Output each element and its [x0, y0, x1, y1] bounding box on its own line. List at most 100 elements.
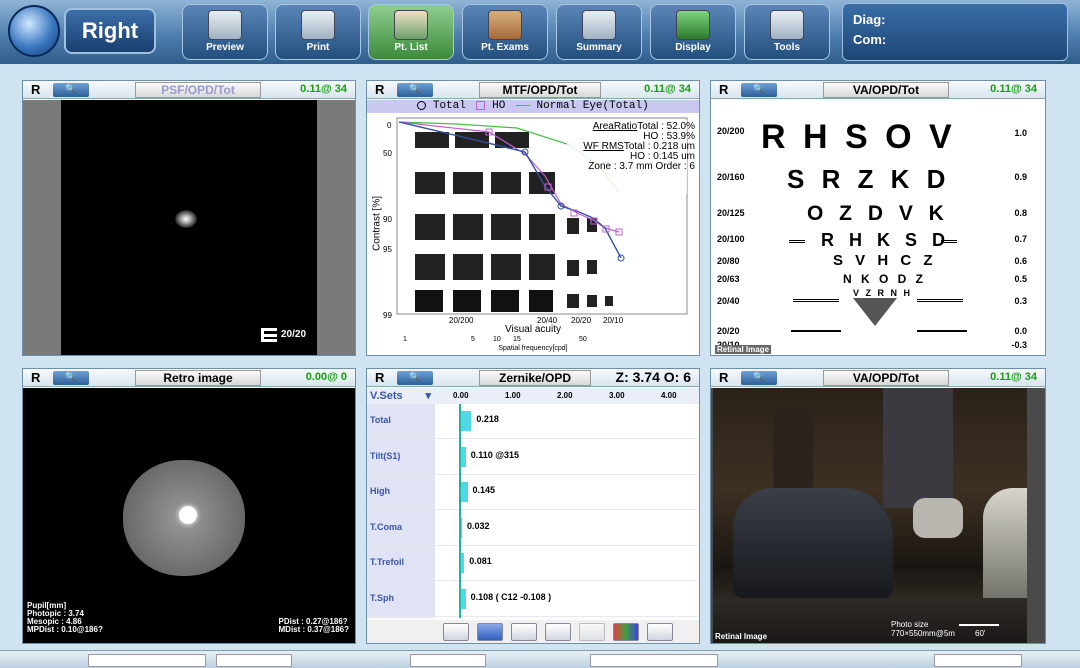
panel-header: R 🔍 PSF/OPD/Tot 0.11@ 34: [23, 81, 355, 99]
va-row: 20/80 S V H C Z 0.6: [717, 252, 1027, 269]
photo-size-info: Photo size 770×550mm@5m: [891, 620, 955, 638]
panel-header: R 🔍 VA/OPD/Tot 0.11@ 34: [711, 81, 1045, 99]
psf-image: 20/20: [61, 100, 317, 355]
magnify-icon[interactable]: 🔍: [397, 83, 433, 97]
magnify-icon[interactable]: 🔍: [53, 83, 89, 97]
zernike-row: Tilt(S1) 0.110 @315: [367, 440, 699, 475]
magnify-icon[interactable]: 🔍: [741, 83, 777, 97]
down-icon[interactable]: [511, 623, 537, 641]
status-field[interactable]: [216, 654, 292, 667]
panel-title[interactable]: MTF/OPD/Tot: [479, 82, 601, 98]
zernike-row: High 0.145: [367, 475, 699, 511]
status-field[interactable]: [934, 654, 1022, 667]
pupil-reflex: [179, 506, 197, 524]
palette-icon[interactable]: [613, 623, 639, 641]
preview-icon: [208, 10, 242, 40]
zernike-term-label: T.Trefoil: [370, 557, 405, 568]
zero-line: [459, 404, 461, 618]
zernike-value: 0.108 ( C12 -0.108 ): [470, 592, 552, 602]
panel-title[interactable]: VA/OPD/Tot: [823, 370, 949, 386]
eye-globe-icon[interactable]: [8, 5, 60, 57]
panel-title[interactable]: VA/OPD/Tot: [823, 82, 949, 98]
va-chart: 20/200 R H S O V 1.0 20/160 S R Z K D 0.…: [711, 100, 1045, 355]
psf-spot: [175, 210, 197, 228]
zernike-bar: [460, 482, 468, 503]
tools-icon: [770, 10, 804, 40]
bars-icon[interactable]: [443, 623, 469, 641]
vsets-dropdown[interactable]: V.Sets ▾: [367, 388, 435, 404]
zernike-term-label: Tilt(S1): [370, 450, 401, 461]
magnify-icon[interactable]: 🔍: [53, 371, 89, 385]
simulated-night-scene: [713, 388, 1027, 643]
eye-indicator: R: [375, 370, 385, 385]
pupil-info: Pupil[mm] Photopic : 3.74 Mesopic : 4.86…: [27, 601, 103, 634]
patient-icon: [394, 10, 428, 40]
magnify-icon[interactable]: 🔍: [741, 371, 777, 385]
display-button[interactable]: Display: [650, 4, 736, 60]
eye-indicator: R: [375, 82, 385, 97]
zernike-term-label: Total: [370, 415, 391, 425]
car-shape: [733, 488, 893, 598]
refresh-icon[interactable]: [477, 623, 503, 641]
eye-indicator: R: [31, 370, 41, 385]
panel-value: 0.11@ 34: [644, 83, 691, 95]
panel-header: R 🔍 VA/OPD/Tot 0.11@ 34: [711, 369, 1045, 387]
va-row: 20/125 O Z D V K 0.8: [717, 202, 1027, 225]
retro-panel: R 🔍 Retro image 0.00@ 0 Pupil[mm] Photop…: [22, 368, 356, 644]
status-field[interactable]: [410, 654, 486, 667]
diagnosis-comment-box[interactable]: Diag: Com:: [842, 3, 1068, 61]
com-label: Com:: [853, 32, 887, 47]
panel-value: 0.11@ 34: [300, 83, 347, 95]
retinal-image-label: Retinal Image: [715, 345, 772, 354]
disabled-icon: [579, 623, 605, 641]
x2-axis-label: Spatial frequency[cpd]: [498, 345, 568, 352]
diag-label: Diag:: [853, 12, 886, 27]
panel-header: R 🔍 MTF/OPD/Tot 0.11@ 34: [367, 81, 699, 99]
eye-indicator: R: [719, 370, 729, 385]
zernike-toolbar: [367, 620, 699, 643]
zernike-row: T.Coma 0.032: [367, 511, 699, 546]
patient-exams-button[interactable]: Pt. Exams: [462, 4, 548, 60]
panel-title[interactable]: Retro image: [135, 370, 261, 386]
status-field[interactable]: [590, 654, 718, 667]
patient-list-button[interactable]: Pt. List: [368, 4, 454, 60]
retro-image: Pupil[mm] Photopic : 3.74 Mesopic : 4.86…: [23, 388, 355, 643]
tools-button[interactable]: Tools: [744, 4, 830, 60]
status-field[interactable]: [88, 654, 206, 667]
mtf-legend: Total HO Normal Eye(Total): [367, 100, 699, 113]
y-axis-label: Contrast [%]: [371, 195, 383, 252]
x-axis-label: Visual acuity: [505, 324, 561, 335]
magnify-icon[interactable]: 🔍: [397, 371, 433, 385]
eye-icon[interactable]: [647, 623, 673, 641]
psf-panel: R 🔍 PSF/OPD/Tot 0.11@ 34 20/20: [22, 80, 356, 356]
summary-icon: [582, 10, 616, 40]
zernike-rows: Total 0.218 Tilt(S1) 0.110 @315 High 0.145 T.C…: [367, 404, 699, 618]
panel-value: 0.00@ 0: [305, 371, 347, 383]
preview-button[interactable]: Preview: [182, 4, 268, 60]
va-row: 20/200 R H S O V 1.0: [717, 118, 1027, 156]
summary-button[interactable]: Summary: [556, 4, 642, 60]
zernike-axis: 0.00 1.00 2.00 3.00 4.00: [435, 388, 699, 404]
zernike-value: 0.110 @315: [470, 449, 520, 460]
eye-select-button[interactable]: Right: [64, 8, 156, 54]
copy-icon[interactable]: [545, 623, 571, 641]
ho-marker-icon: [476, 100, 486, 110]
zernike-value: 0.145: [472, 485, 496, 496]
zernike-value: 0.032: [467, 520, 490, 531]
zernike-term-label: T.Sph: [370, 593, 394, 603]
panel-title[interactable]: PSF/OPD/Tot: [135, 82, 261, 98]
display-icon: [676, 10, 710, 40]
zernike-row: T.Trefoil 0.081: [367, 546, 699, 582]
zernike-term-label: T.Coma: [370, 521, 403, 532]
scale-bar: [959, 624, 999, 626]
chevron-down-icon: ▾: [425, 390, 431, 402]
panel-header: R 🔍 Retro image 0.00@ 0: [23, 369, 355, 387]
va-chart-panel: R 🔍 VA/OPD/Tot 0.11@ 34 20/200 R H S O V…: [710, 80, 1046, 356]
zernike-bar: [460, 411, 472, 431]
panel-title[interactable]: Zernike/OPD: [479, 370, 591, 386]
va-row: 20/20 0.0: [717, 326, 1027, 336]
mtf-stats: AreaRatioTotal : 52.0% HO : 53.9% WF RMS…: [583, 121, 695, 172]
panel-value: 0.11@ 34: [990, 371, 1037, 383]
va-row: 20/160 S R Z K D 0.9: [717, 164, 1027, 194]
print-button[interactable]: Print: [275, 4, 361, 60]
